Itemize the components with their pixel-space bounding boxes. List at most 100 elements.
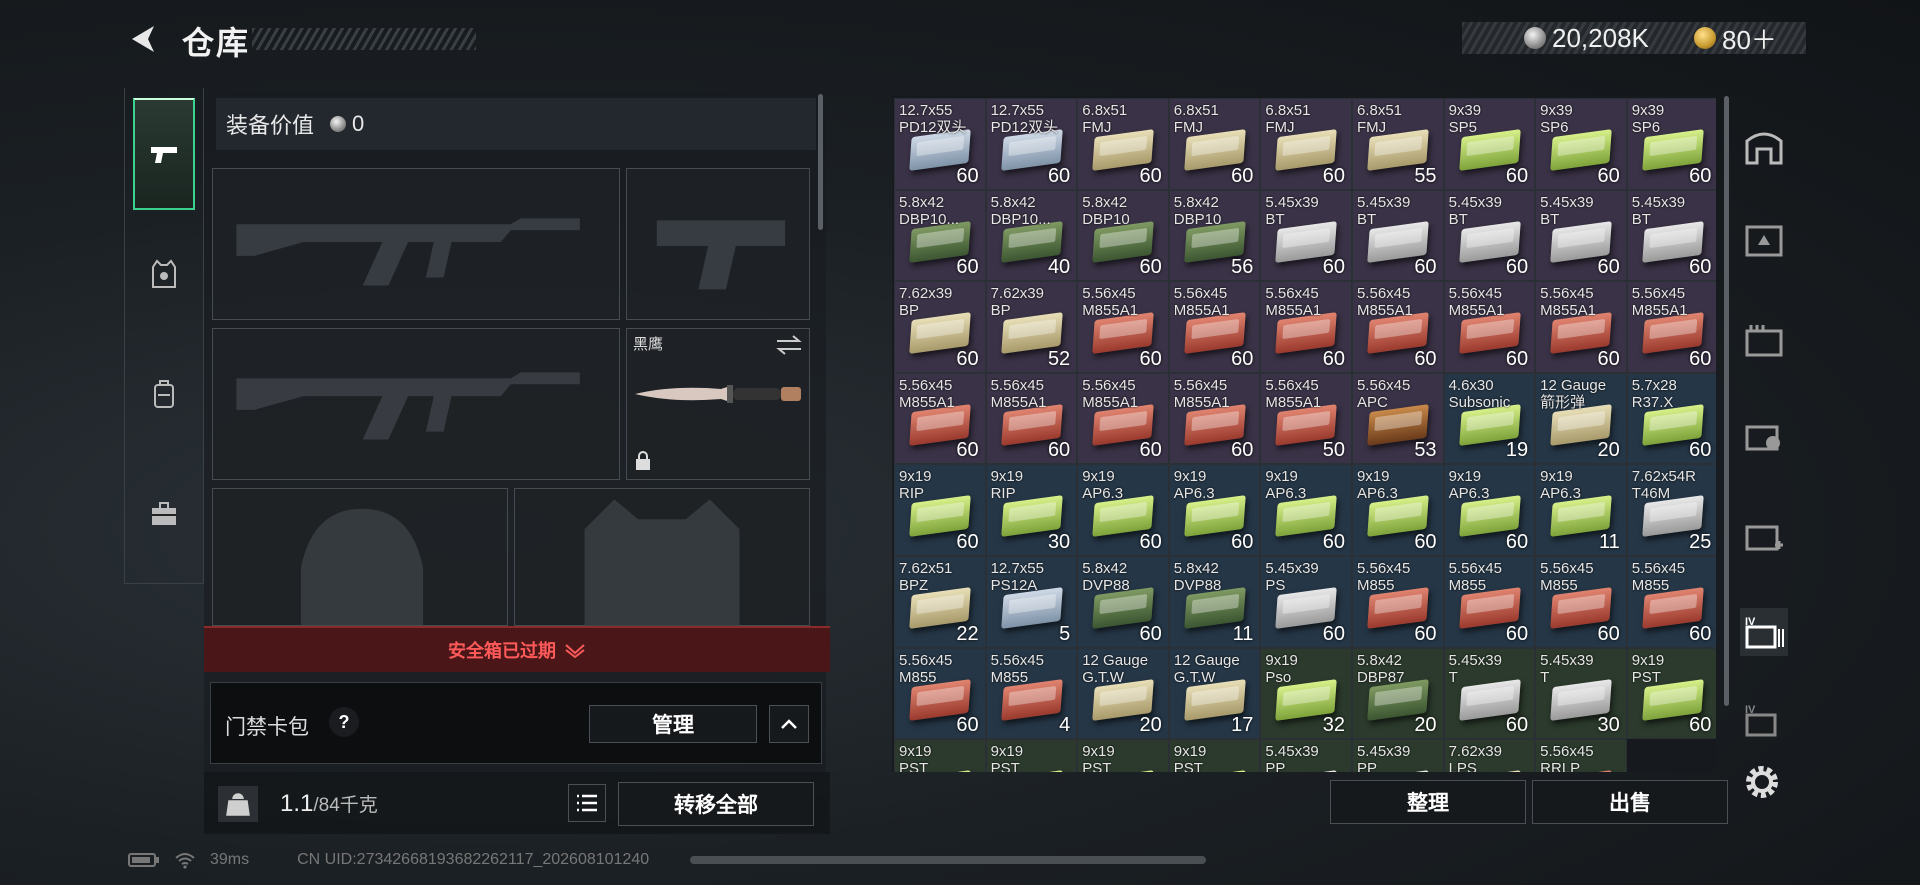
storage-item[interactable]: 5.56x45 RRLP xyxy=(1535,739,1627,772)
help-icon[interactable]: ? xyxy=(329,707,359,737)
storage-item[interactable]: 5.45x39 BT 60 xyxy=(1351,189,1444,282)
helmet-slot[interactable] xyxy=(212,488,508,626)
storage-item[interactable]: 9x19 PST xyxy=(1168,739,1261,772)
storage-item[interactable]: 5.56x45 M855A1 50 xyxy=(1260,372,1352,465)
storage-item[interactable]: 5.56x45 M855 60 xyxy=(1535,555,1627,648)
storage-item[interactable]: 5.56x45 M855 60 xyxy=(894,647,986,740)
storage-item[interactable]: 12.7x55 PD12双头 60 xyxy=(985,98,1078,190)
manage-button[interactable]: 管理 xyxy=(589,705,757,743)
storage-item[interactable]: 4.6x30 Subsonic 19 xyxy=(1443,372,1536,465)
storage-item[interactable]: 12 Gauge 箭形弹 20 xyxy=(1535,372,1627,465)
storage-item[interactable]: 5.56x45 M855A1 60 xyxy=(1077,372,1169,465)
sidebar-medical[interactable] xyxy=(1740,512,1788,560)
storage-item[interactable]: 9x19 PST xyxy=(1077,739,1169,772)
storage-item[interactable]: 9x19 PST xyxy=(894,739,986,772)
sidearm-slot[interactable] xyxy=(626,168,810,320)
storage-item[interactable]: 6.8x51 FMJ 60 xyxy=(1260,98,1352,190)
storage-item[interactable]: 5.56x45 M855A1 60 xyxy=(1077,281,1169,373)
sort-button[interactable]: 整理 xyxy=(1330,780,1526,824)
storage-item[interactable]: 5.45x39 BT 60 xyxy=(1260,189,1352,282)
tab-armor[interactable] xyxy=(133,218,195,330)
storage-item[interactable]: 12 Gauge G.T.W 17 xyxy=(1168,647,1261,740)
storage-item[interactable]: 9x19 AP6.3 60 xyxy=(1077,464,1169,556)
storage-item[interactable]: 7.62x39 BP 52 xyxy=(985,281,1078,373)
sell-button[interactable]: 出售 xyxy=(1532,780,1728,824)
storage-item[interactable]: 5.45x39 BT 60 xyxy=(1535,189,1627,282)
tab-backpack[interactable] xyxy=(133,338,195,450)
back-arrow-icon[interactable] xyxy=(126,22,160,56)
storage-item[interactable]: 9x19 RIP 30 xyxy=(985,464,1078,556)
storage-item[interactable]: 9x39 SP6 60 xyxy=(1535,98,1627,190)
storage-item[interactable]: 6.8x51 FMJ 55 xyxy=(1351,98,1444,190)
safe-box-expired-bar[interactable]: 安全箱已过期 xyxy=(204,626,830,672)
settings-gear-icon[interactable] xyxy=(1740,760,1784,804)
storage-scrollbar[interactable] xyxy=(1724,96,1729,706)
storage-item[interactable]: 5.56x45 APC 53 xyxy=(1351,372,1444,465)
storage-item[interactable]: 9x19 AP6.3 60 xyxy=(1443,464,1536,556)
storage-item[interactable]: 5.56x45 M855A1 60 xyxy=(1260,281,1352,373)
storage-item[interactable]: 5.8x42 DVP88 60 xyxy=(1077,555,1169,648)
storage-item[interactable]: 5.8x42 DBP87 20 xyxy=(1351,647,1444,740)
sidebar-weapons[interactable] xyxy=(1740,216,1788,264)
sidebar-parts[interactable] xyxy=(1740,412,1788,460)
primary-weapon-slot[interactable] xyxy=(212,168,620,320)
storage-item[interactable]: 9x19 Pso 32 xyxy=(1260,647,1352,740)
expand-button[interactable] xyxy=(769,705,809,743)
tab-weapon[interactable] xyxy=(133,98,195,210)
storage-item[interactable]: 9x39 SP5 60 xyxy=(1443,98,1536,190)
loadout-scrollbar[interactable] xyxy=(818,94,823,230)
storage-item[interactable]: 9x19 RIP 60 xyxy=(894,464,986,556)
storage-item[interactable]: 9x19 AP6.3 11 xyxy=(1535,464,1627,556)
storage-item[interactable]: 5.56x45 M855 4 xyxy=(985,647,1078,740)
storage-item[interactable]: 5.56x45 M855A1 60 xyxy=(1626,281,1716,373)
tab-toolbox[interactable] xyxy=(133,458,195,570)
storage-item[interactable]: 7.62x54R T46M 25 xyxy=(1626,464,1716,556)
storage-item[interactable]: 5.8x42 DBP10 56 xyxy=(1168,189,1261,282)
storage-item[interactable]: 12 Gauge G.T.W 20 xyxy=(1077,647,1169,740)
storage-item[interactable]: 5.56x45 M855A1 60 xyxy=(1168,281,1261,373)
storage-item[interactable]: 6.8x51 FMJ 60 xyxy=(1168,98,1261,190)
storage-item[interactable]: 7.62x39 LPS xyxy=(1443,739,1536,772)
sidebar-ammo[interactable] xyxy=(1740,316,1788,364)
storage-item[interactable]: 9x19 PST xyxy=(985,739,1078,772)
storage-item[interactable]: 5.56x45 M855 60 xyxy=(1626,555,1716,648)
swap-icon[interactable] xyxy=(775,335,803,355)
storage-item[interactable]: 5.8x42 DVP88 11 xyxy=(1168,555,1261,648)
armor-slot[interactable] xyxy=(514,488,810,627)
sidebar-storage[interactable] xyxy=(1740,122,1788,170)
storage-item[interactable]: 5.56x45 M855A1 60 xyxy=(1168,372,1261,465)
storage-item[interactable]: 5.45x39 BT 60 xyxy=(1626,189,1716,282)
storage-item[interactable]: 9x39 SP6 60 xyxy=(1626,98,1716,190)
secondary-weapon-slot[interactable] xyxy=(212,328,620,480)
storage-item[interactable]: 5.7x28 R37.X 60 xyxy=(1626,372,1716,465)
storage-item[interactable]: 9x19 AP6.3 60 xyxy=(1168,464,1261,556)
horizontal-scrollbar[interactable] xyxy=(690,856,1206,864)
storage-item[interactable]: 5.56x45 M855A1 60 xyxy=(1443,281,1536,373)
sidebar-page-iv[interactable]: IV xyxy=(1740,608,1788,656)
storage-item[interactable]: 5.56x45 M855A1 60 xyxy=(1535,281,1627,373)
storage-item[interactable]: 5.45x39 BT 60 xyxy=(1443,189,1536,282)
storage-item[interactable]: 5.56x45 M855A1 60 xyxy=(1351,281,1444,373)
storage-item[interactable]: 6.8x51 FMJ 60 xyxy=(1077,98,1169,190)
storage-item[interactable]: 5.56x45 M855A1 60 xyxy=(894,372,986,465)
storage-item[interactable]: 7.62x51 BPZ 22 xyxy=(894,555,986,648)
gold-currency[interactable]: 80＋ xyxy=(1694,22,1777,55)
storage-item[interactable]: 5.56x45 M855 60 xyxy=(1443,555,1536,648)
list-view-button[interactable] xyxy=(568,784,606,822)
storage-item[interactable]: 5.45x39 PP xyxy=(1351,739,1444,772)
storage-item[interactable]: 5.45x39 T 30 xyxy=(1535,647,1627,740)
storage-item[interactable]: 9x19 AP6.3 60 xyxy=(1351,464,1444,556)
storage-item[interactable]: 9x19 AP6.3 60 xyxy=(1260,464,1352,556)
storage-item[interactable]: 7.62x39 BP 60 xyxy=(894,281,986,373)
melee-slot[interactable]: 黑鹰 xyxy=(626,328,810,480)
transfer-all-button[interactable]: 转移全部 xyxy=(618,782,814,826)
storage-item[interactable]: 12.7x55 PD12双头 60 xyxy=(894,98,986,190)
storage-item[interactable]: 5.56x45 M855A1 60 xyxy=(985,372,1078,465)
storage-item[interactable]: 12.7x55 PS12A 5 xyxy=(985,555,1078,648)
storage-item[interactable]: 5.8x42 DBP10... 40 xyxy=(985,189,1078,282)
storage-item[interactable]: 5.56x45 M855 60 xyxy=(1351,555,1444,648)
storage-item[interactable]: 5.45x39 PS 60 xyxy=(1260,555,1352,648)
storage-item[interactable]: 5.45x39 PP xyxy=(1260,739,1352,772)
storage-item[interactable]: 5.8x42 DBP10... 60 xyxy=(894,189,986,282)
storage-item[interactable]: 9x19 PST 60 xyxy=(1626,647,1716,740)
